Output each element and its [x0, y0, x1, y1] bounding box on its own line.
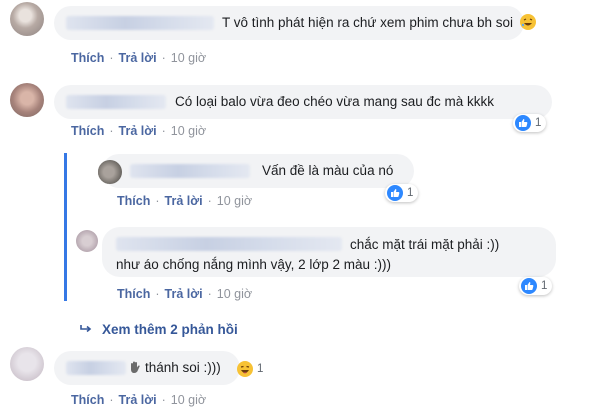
comment-text-line1: chắc mặt trái mặt phải :)): [350, 237, 500, 252]
comment-text: T vô tình phát hiện ra chứ xem phim chưa…: [222, 14, 536, 32]
reply-link[interactable]: Trả lời: [119, 51, 157, 65]
comment-actions: Thích · Trả lời · 10 giờ: [117, 287, 253, 301]
author-name[interactable]: [66, 95, 166, 109]
like-link[interactable]: Thích: [71, 124, 104, 138]
comment-text: Có loại balo vừa đeo chéo vừa mang sau đ…: [175, 94, 494, 109]
comment-actions: Thích · Trả lời · 10 giờ: [71, 393, 207, 407]
reaction-count: 1: [407, 187, 414, 199]
laughing-emoji-icon: [519, 14, 536, 30]
reply-link[interactable]: Trả lời: [119, 393, 157, 407]
reaction-summary[interactable]: 1: [385, 184, 419, 202]
like-link[interactable]: Thích: [71, 51, 104, 65]
like-icon: [515, 115, 531, 131]
timestamp[interactable]: 10 giờ: [217, 194, 252, 208]
avatar[interactable]: [76, 230, 98, 252]
like-link[interactable]: Thích: [117, 287, 150, 301]
comment-actions: Thích · Trả lời · 10 giờ: [71, 51, 207, 65]
reply-arrow-icon: [80, 322, 92, 337]
avatar-small: [98, 160, 122, 184]
avatar[interactable]: [10, 347, 44, 381]
comment-text: thánh soi :))): [128, 359, 221, 377]
thread-indicator: [64, 153, 67, 301]
wave-hand-icon: [128, 360, 142, 374]
reply-link[interactable]: Trả lời: [165, 287, 203, 301]
author-name[interactable]: [130, 164, 250, 178]
avatar[interactable]: [10, 83, 44, 117]
timestamp[interactable]: 10 giờ: [171, 51, 206, 65]
avatar[interactable]: [10, 2, 44, 36]
like-icon: [387, 185, 403, 201]
reply-link[interactable]: Trả lời: [119, 124, 157, 138]
reaction-count: 1: [257, 363, 264, 375]
timestamp[interactable]: 10 giờ: [217, 287, 252, 301]
author-name[interactable]: [66, 361, 126, 375]
author-name[interactable]: [66, 16, 214, 30]
like-icon: [521, 278, 537, 294]
reaction-count: 1: [535, 117, 542, 129]
reply-link[interactable]: Trả lời: [165, 194, 203, 208]
haha-icon: [237, 361, 253, 377]
reaction-summary[interactable]: 1: [237, 361, 263, 377]
comment-actions: Thích · Trả lời · 10 giờ: [117, 194, 253, 208]
like-link[interactable]: Thích: [117, 194, 150, 208]
comment-actions: Thích · Trả lời · 10 giờ: [71, 124, 207, 138]
view-more-replies[interactable]: Xem thêm 2 phản hồi: [80, 322, 238, 337]
reaction-summary[interactable]: 1: [513, 114, 547, 132]
author-name[interactable]: [116, 237, 342, 251]
comment-text: Vấn đề là màu của nó: [262, 163, 394, 178]
reaction-summary[interactable]: 1: [519, 277, 553, 295]
timestamp[interactable]: 10 giờ: [171, 124, 206, 138]
comment-text-line2: như áo chống nắng mình vậy, 2 lớp 2 màu …: [116, 257, 392, 272]
reaction-count: 1: [541, 280, 548, 292]
timestamp[interactable]: 10 giờ: [171, 393, 206, 407]
like-link[interactable]: Thích: [71, 393, 104, 407]
